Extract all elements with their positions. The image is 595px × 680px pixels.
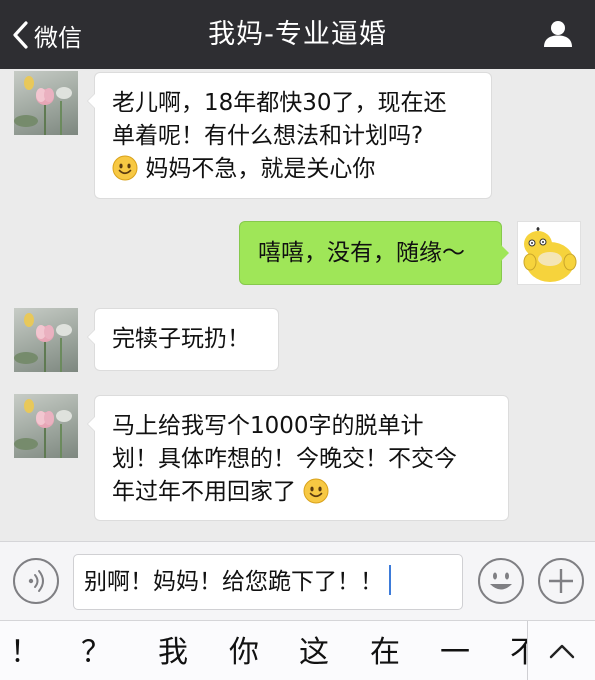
message-bubble[interactable]: 马上给我写个1000字的脱单计 划！具体咋想的！今晚交！不交今 年过年不用回家了 xyxy=(87,395,509,521)
lotus-icon xyxy=(14,313,72,372)
message-text-line-with-emoji: 妈妈不急，就是关心你 xyxy=(112,153,475,186)
smile-emoji-icon xyxy=(303,478,329,504)
emoji-button[interactable] xyxy=(478,558,524,604)
text-caret xyxy=(389,565,391,595)
message-text-line: 老儿啊，18年都快30了，现在还 xyxy=(112,90,447,116)
more-options-button[interactable] xyxy=(538,558,584,604)
message-bubble[interactable]: 完犊子玩扔！ xyxy=(87,308,279,371)
message-text: 年过年不用回家了 xyxy=(112,479,296,505)
candidate-item[interactable]: ！ xyxy=(0,621,50,680)
message-input-text: 别啊！妈妈！给您跪下了！！ xyxy=(84,569,383,595)
lotus-icon xyxy=(14,76,72,135)
voice-input-button[interactable] xyxy=(13,558,59,604)
candidate-item[interactable]: 一 xyxy=(430,621,480,680)
message-text: 完犊子玩扔！ xyxy=(112,326,250,352)
smile-emoji-icon xyxy=(112,155,138,181)
message-text-line-with-emoji: 年过年不用回家了 xyxy=(112,476,492,509)
mom-avatar[interactable] xyxy=(14,394,78,458)
chat-title: 我妈-专业逼婚 xyxy=(208,19,387,50)
input-bar: 别啊！妈妈！给您跪下了！！ xyxy=(0,541,595,621)
person-icon xyxy=(544,21,572,47)
my-avatar[interactable] xyxy=(517,221,581,285)
candidate-item[interactable]: 我 xyxy=(148,621,198,680)
candidate-item[interactable]: 在 xyxy=(360,621,410,680)
chevron-up-icon xyxy=(549,644,575,659)
chat-info-button[interactable] xyxy=(543,20,573,52)
lotus-icon xyxy=(14,399,72,458)
smiley-face-icon xyxy=(490,572,512,590)
message-text: 嘻嘻，没有，随缘～ xyxy=(258,240,465,266)
message-text-line: 划！具体咋想的！今晚交！不交今 xyxy=(112,446,457,472)
message-bubble-sent[interactable]: 嘻嘻，没有，随缘～ xyxy=(239,221,509,285)
voice-wave-icon xyxy=(28,570,44,592)
message-text-line: 单着呢！有什么想法和计划吗? xyxy=(112,123,424,149)
keyboard-candidate-bar: ！ ？ 我 你 这 在 一 不 xyxy=(0,621,595,680)
plus-icon xyxy=(549,569,573,593)
candidate-item[interactable]: 你 xyxy=(219,621,269,680)
message-text-line: 马上给我写个1000字的脱单计 xyxy=(112,413,424,439)
message-input[interactable]: 别啊！妈妈！给您跪下了！！ xyxy=(73,554,463,610)
candidate-item[interactable]: ？ xyxy=(71,621,121,680)
expand-candidates-button[interactable] xyxy=(527,621,595,680)
mom-avatar[interactable] xyxy=(14,308,78,372)
nav-bar: 微信 我妈-专业逼婚 xyxy=(0,0,595,69)
psyduck-icon xyxy=(523,227,577,282)
candidate-item[interactable]: 这 xyxy=(289,621,339,680)
message-text: 妈妈不急，就是关心你 xyxy=(145,156,376,182)
message-bubble[interactable]: 老儿啊，18年都快30了，现在还 单着呢！有什么想法和计划吗? 妈妈不急，就是关… xyxy=(87,72,492,199)
mom-avatar[interactable] xyxy=(14,71,78,135)
